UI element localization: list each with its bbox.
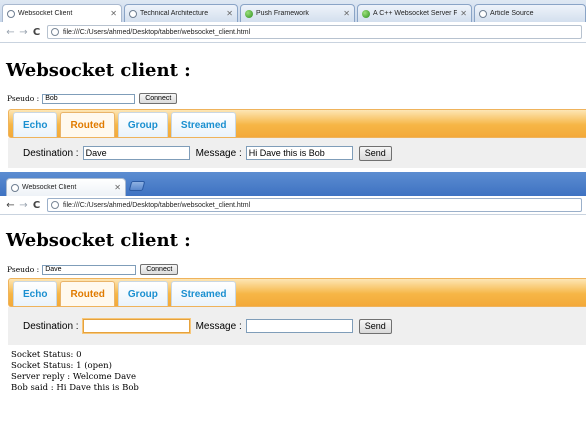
mode-tabbar: Echo Routed Group Streamed	[8, 278, 586, 307]
log-line: Socket Status: 1 (open)	[11, 361, 112, 371]
address-bar-url: file:///C:/Users/ahmed/Desktop/tabber/we…	[63, 201, 251, 209]
green-globe-icon	[362, 9, 370, 18]
address-bar[interactable]: file:///C:/Users/ahmed/Desktop/tabber/we…	[47, 198, 582, 212]
tab-echo[interactable]: Echo	[13, 281, 58, 306]
back-icon[interactable]: ←	[4, 27, 17, 38]
pseudo-row: Pseudo : Bob Connect	[7, 93, 178, 104]
browser-tab-websocket-client[interactable]: Websocket Client ✕	[2, 4, 122, 22]
routed-panel: Destination : Dave Message : Hi Dave thi…	[8, 138, 586, 168]
log-line: Server reply : Welcome Dave	[11, 372, 137, 382]
close-icon[interactable]: ✕	[110, 9, 117, 18]
browser-tab-article-source[interactable]: Article Source	[474, 4, 586, 22]
browser-tabstrip: Websocket Client ✕ Technical Architectur…	[0, 0, 586, 22]
page-title: Websocket client :	[6, 230, 191, 251]
browser-tab-title: Websocket Client	[22, 184, 77, 191]
pseudo-input[interactable]: Dave	[42, 264, 137, 275]
message-input[interactable]: Hi Dave this is Bob	[245, 146, 353, 160]
browser-tab-title: Article Source	[490, 10, 534, 17]
pseudo-input[interactable]: Bob	[42, 93, 136, 104]
destination-label: Destination :	[23, 147, 79, 159]
tab-streamed[interactable]: Streamed	[170, 112, 237, 137]
tab-group[interactable]: Group	[117, 112, 168, 137]
message-label: Message :	[195, 147, 242, 159]
new-tab-button[interactable]	[128, 181, 146, 191]
browser-tabstrip: Websocket Client ✕	[0, 172, 586, 196]
page-icon	[51, 201, 59, 209]
destination-input[interactable]	[82, 319, 190, 333]
browser-toolbar: ← → C file:///C:/Users/ahmed/Desktop/tab…	[0, 22, 586, 43]
message-label: Message :	[195, 320, 242, 332]
page-icon	[479, 9, 487, 18]
page-title: Websocket client :	[6, 60, 191, 81]
send-button[interactable]: Send	[358, 145, 392, 161]
page-icon	[129, 9, 137, 18]
browser-tab-title: Technical Architecture	[140, 10, 209, 17]
browser-tab-title: A C++ Websocket Server For	[373, 10, 458, 17]
page-icon	[11, 183, 19, 192]
destination-input[interactable]: Dave	[82, 146, 190, 160]
address-bar-url: file:///C:/Users/ahmed/Desktop/tabber/we…	[63, 28, 251, 36]
forward-icon[interactable]: →	[17, 27, 30, 38]
browser-tab-technical-architecture[interactable]: Technical Architecture ✕	[124, 4, 238, 22]
log-line: Socket Status: 0	[11, 350, 82, 360]
send-button[interactable]: Send	[358, 318, 392, 334]
log-line: Bob said : Hi Dave this is Bob	[11, 383, 139, 393]
browser-toolbar: ← → C file:///C:/Users/ahmed/Desktop/tab…	[0, 196, 586, 215]
browser-tab-cpp-websocket-server[interactable]: A C++ Websocket Server For ✕	[357, 4, 472, 22]
message-log: Socket Status: 0 Socket Status: 1 (open)…	[11, 350, 139, 394]
tab-streamed[interactable]: Streamed	[170, 281, 237, 306]
browser-window-bob: Websocket Client ✕ Technical Architectur…	[0, 0, 586, 172]
back-icon[interactable]: ←	[4, 200, 17, 211]
connect-button[interactable]: Connect	[139, 93, 178, 104]
mode-tabbar: Echo Routed Group Streamed	[8, 109, 586, 138]
tab-group[interactable]: Group	[117, 281, 168, 306]
pseudo-label: Pseudo :	[7, 265, 40, 274]
tab-routed[interactable]: Routed	[60, 281, 115, 306]
tab-echo[interactable]: Echo	[13, 112, 58, 137]
browser-window-dave: Websocket Client ✕ ← → C file:///C:/User…	[0, 172, 586, 427]
close-icon[interactable]: ✕	[226, 9, 233, 18]
forward-icon[interactable]: →	[17, 200, 30, 211]
page-icon	[51, 28, 59, 36]
close-icon[interactable]: ✕	[114, 183, 121, 192]
connect-button[interactable]: Connect	[140, 264, 179, 275]
reload-icon[interactable]: C	[30, 27, 43, 38]
browser-tab-push-framework[interactable]: Push Framework ✕	[240, 4, 355, 22]
pseudo-label: Pseudo :	[7, 94, 40, 103]
address-bar[interactable]: file:///C:/Users/ahmed/Desktop/tabber/we…	[47, 25, 582, 39]
message-input[interactable]	[245, 319, 353, 333]
pseudo-row: Pseudo : Dave Connect	[7, 264, 179, 275]
destination-label: Destination :	[23, 320, 79, 332]
close-icon[interactable]: ✕	[460, 9, 467, 18]
tab-routed[interactable]: Routed	[60, 112, 115, 137]
page-icon	[7, 9, 15, 18]
browser-tab-websocket-client[interactable]: Websocket Client ✕	[6, 178, 126, 196]
routed-panel: Destination : Message : Send	[8, 307, 586, 345]
browser-tab-title: Push Framework	[256, 10, 309, 17]
close-icon[interactable]: ✕	[343, 9, 350, 18]
browser-tab-title: Websocket Client	[18, 10, 73, 17]
green-globe-icon	[245, 9, 253, 18]
reload-icon[interactable]: C	[30, 200, 43, 211]
